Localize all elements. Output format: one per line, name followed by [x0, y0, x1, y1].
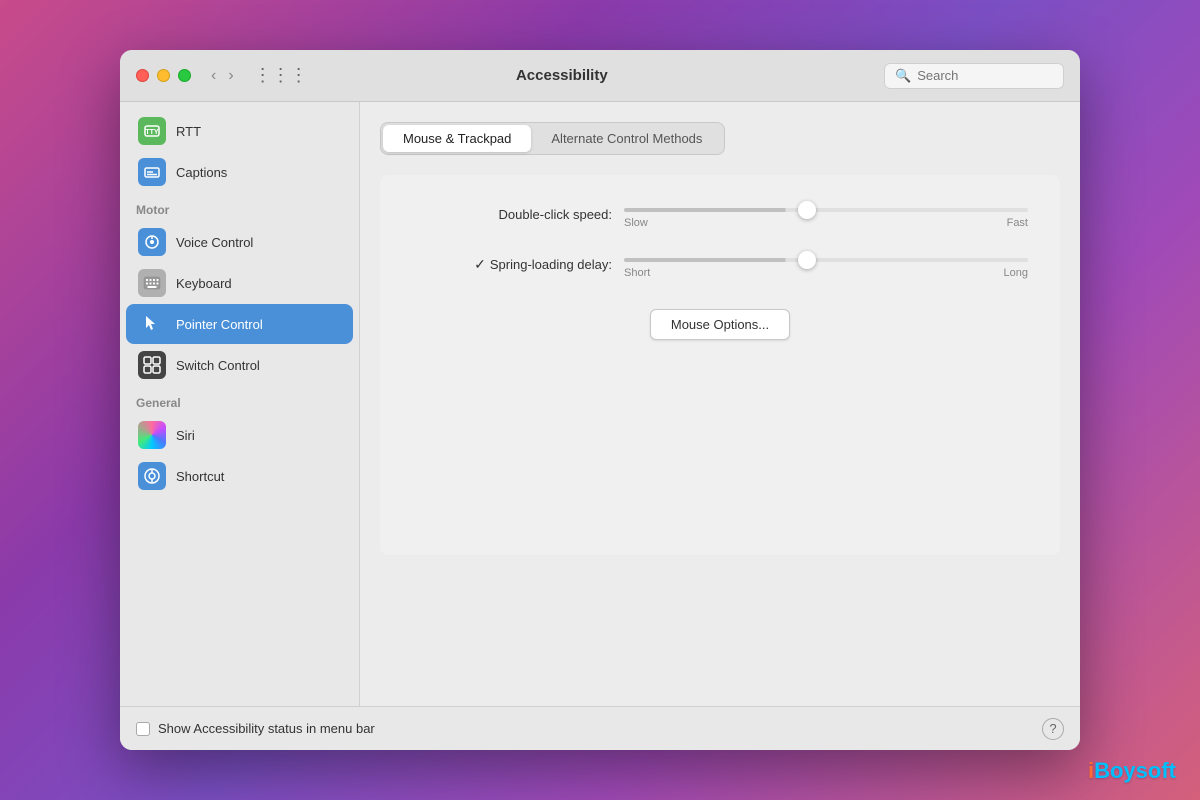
spring-loading-long-label: Long — [1004, 267, 1028, 279]
sidebar-item-siri[interactable]: Siri — [126, 415, 353, 455]
captions-icon — [138, 158, 166, 186]
double-click-slow-label: Slow — [624, 217, 648, 229]
sidebar-item-switch-control[interactable]: Switch Control — [126, 345, 353, 385]
traffic-lights — [136, 69, 191, 82]
watermark-prefix: i — [1088, 758, 1094, 783]
spring-loading-slider[interactable] — [624, 258, 1028, 262]
search-input[interactable] — [917, 68, 1047, 83]
accessibility-status-checkbox[interactable] — [136, 722, 150, 736]
main-window: ‹ › ⋮⋮⋮ Accessibility 🔍 TTY RTT — [120, 50, 1080, 750]
watermark: iBoysoft — [1088, 758, 1176, 784]
sidebar-item-label-switch-control: Switch Control — [176, 358, 260, 373]
double-click-fast-label: Fast — [1007, 217, 1028, 229]
svg-text:TTY: TTY — [145, 129, 159, 136]
spring-check-icon: ✓ — [474, 256, 486, 273]
watermark-suffix: Boysoft — [1094, 758, 1176, 783]
sidebar-item-label-rtt: RTT — [176, 124, 201, 139]
sidebar-section-general: General — [120, 386, 359, 414]
sidebar-item-pointer-control[interactable]: Pointer Control — [126, 304, 353, 344]
nav-arrows: ‹ › — [207, 65, 238, 87]
back-button[interactable]: ‹ — [207, 65, 220, 87]
sidebar-item-label-voice-control: Voice Control — [176, 235, 253, 250]
shortcut-icon — [138, 462, 166, 490]
sidebar-item-rtt[interactable]: TTY RTT — [126, 111, 353, 151]
sidebar: TTY RTT Captions Motor — [120, 102, 360, 706]
search-icon: 🔍 — [895, 68, 911, 84]
footer: Show Accessibility status in menu bar ? — [120, 706, 1080, 750]
double-click-slider[interactable] — [624, 208, 1028, 212]
main-panel: Mouse & Trackpad Alternate Control Metho… — [360, 102, 1080, 706]
sidebar-item-captions[interactable]: Captions — [126, 152, 353, 192]
spring-loading-row: ✓ Spring-loading delay: — [412, 256, 612, 273]
settings-content: Double-click speed: Slow Fast ✓ — [380, 175, 1060, 555]
sidebar-item-voice-control[interactable]: Voice Control — [126, 222, 353, 262]
maximize-button[interactable] — [178, 69, 191, 82]
switch-control-icon — [138, 351, 166, 379]
siri-icon — [138, 421, 166, 449]
tabs-container: Mouse & Trackpad Alternate Control Metho… — [380, 122, 725, 155]
double-click-setting: Double-click speed: Slow Fast — [412, 199, 1028, 229]
minimize-button[interactable] — [157, 69, 170, 82]
rtt-icon: TTY — [138, 117, 166, 145]
spring-loading-short-label: Short — [624, 267, 650, 279]
sidebar-item-shortcut[interactable]: Shortcut — [126, 456, 353, 496]
content-area: TTY RTT Captions Motor — [120, 102, 1080, 706]
keyboard-icon — [138, 269, 166, 297]
sidebar-item-label-captions: Captions — [176, 165, 227, 180]
search-box: 🔍 — [884, 63, 1064, 89]
pointer-control-icon — [138, 310, 166, 338]
sidebar-section-motor: Motor — [120, 193, 359, 221]
spring-loading-setting: ✓ Spring-loading delay: Short Long — [412, 249, 1028, 279]
spring-loading-label-container: ✓ Spring-loading delay: — [412, 256, 612, 273]
sidebar-item-label-pointer-control: Pointer Control — [176, 317, 263, 332]
accessibility-status-label: Show Accessibility status in menu bar — [158, 721, 375, 736]
help-button[interactable]: ? — [1042, 718, 1064, 740]
voice-control-icon — [138, 228, 166, 256]
window-title: Accessibility — [240, 67, 884, 84]
spring-loading-slider-container: Short Long — [624, 249, 1028, 279]
tab-mouse-trackpad[interactable]: Mouse & Trackpad — [383, 125, 531, 152]
sidebar-item-label-keyboard: Keyboard — [176, 276, 232, 291]
mouse-options-button[interactable]: Mouse Options... — [650, 309, 790, 340]
titlebar: ‹ › ⋮⋮⋮ Accessibility 🔍 — [120, 50, 1080, 102]
sidebar-item-label-siri: Siri — [176, 428, 195, 443]
double-click-slider-container: Slow Fast — [624, 199, 1028, 229]
forward-button[interactable]: › — [224, 65, 237, 87]
sidebar-item-keyboard[interactable]: Keyboard — [126, 263, 353, 303]
spring-loading-label: Spring-loading delay: — [490, 257, 612, 272]
double-click-label: Double-click speed: — [412, 207, 612, 222]
tab-alternate-control[interactable]: Alternate Control Methods — [531, 125, 722, 152]
close-button[interactable] — [136, 69, 149, 82]
sidebar-item-label-shortcut: Shortcut — [176, 469, 224, 484]
